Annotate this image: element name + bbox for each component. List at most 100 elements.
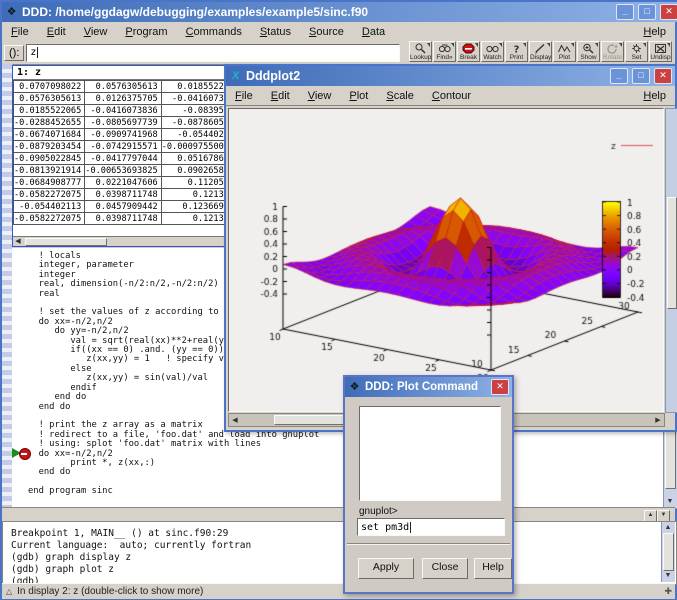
resize-grip[interactable]: ✚ [664, 586, 672, 597]
plot-titlebar[interactable]: X Dddplot2 _ □ ✕ [226, 66, 675, 86]
app-icon: ❖ [5, 6, 18, 19]
plot-command-dialog: ❖ DDD: Plot Command ✕ gnuplot> set pm3d … [343, 375, 514, 594]
console-vscrollbar-thumb[interactable] [663, 533, 674, 571]
menu-edit[interactable]: Edit [262, 88, 299, 104]
menu-help[interactable]: Help [634, 24, 675, 40]
table-row[interactable]: -0.0674071684-0.0909741968-0.054402113 [14, 129, 243, 141]
dropdown-arrow-icon [547, 43, 550, 47]
scroll-right-icon[interactable]: ▶ [653, 416, 663, 425]
menu-scale[interactable]: Scale [377, 88, 423, 104]
scroll-up-icon[interactable]: ▲ [663, 523, 673, 532]
data-hscrollbar[interactable]: ◀ [13, 236, 240, 246]
show-button[interactable]: Show [577, 41, 600, 62]
display-button[interactable]: Display [529, 41, 552, 62]
data-table: 0.07070980220.05763056130.01855220650.05… [13, 80, 243, 225]
screen: { "main_window": { "title": "DDD: /home/… [0, 0, 677, 600]
undisp-button[interactable]: Undisp [649, 41, 672, 62]
gnuplot-command-input[interactable]: set pm3d [357, 518, 505, 536]
plot-canvas [229, 109, 663, 411]
array-value-cell: 0.0576305613 [14, 93, 85, 105]
main-titlebar[interactable]: ❖ DDD: /home/ggdagw/debugging/examples/e… [2, 2, 677, 22]
watch-button[interactable]: Watch [481, 41, 504, 62]
data-hscrollbar-thumb[interactable] [25, 238, 107, 246]
array-value-cell: -0.0909741968 [85, 129, 161, 141]
table-row[interactable]: -0.0288452655-0.0805697739-0.0878605843 [14, 117, 243, 129]
minimize-icon[interactable]: _ [610, 68, 628, 84]
close-icon[interactable]: ✕ [660, 4, 677, 20]
toolbar-button-label: Display [530, 54, 551, 61]
argument-input[interactable]: z [26, 44, 400, 62]
table-row[interactable]: -0.0813921914-0.006536938250.0902658924 [14, 165, 243, 177]
status-indicator-icon[interactable]: △ [6, 587, 12, 596]
text-caret [37, 47, 38, 58]
menu-commands[interactable]: Commands [177, 24, 251, 40]
find-button[interactable]: Find» [433, 41, 456, 62]
table-row[interactable]: 0.07070980220.05763056130.0185522065 [14, 81, 243, 93]
scroll-down-icon[interactable]: ▼ [665, 497, 675, 506]
text-caret [410, 522, 411, 533]
argument-button[interactable]: (): [4, 45, 24, 61]
table-row[interactable]: -0.05822720750.03987117480.1213542 [14, 213, 243, 225]
table-row[interactable]: -0.0544021130.04579094420.123669781 [14, 201, 243, 213]
data-display-pane[interactable]: 1: z 0.07070980220.05763056130.018552206… [12, 65, 243, 247]
menu-plot[interactable]: Plot [340, 88, 377, 104]
rotate-button: Rotate [601, 41, 624, 62]
table-row[interactable]: -0.06849087770.02210476060.11205864 [14, 177, 243, 189]
plot-vscrollbar[interactable] [665, 108, 677, 413]
lookup-button[interactable]: Lookup [409, 41, 432, 62]
toolbar-button-label: Undisp [650, 54, 670, 61]
menu-program[interactable]: Program [116, 24, 176, 40]
table-row[interactable]: 0.0185522065-0.0416073836-0.08395309 [14, 105, 243, 117]
toolbar-button-label: Print [510, 54, 523, 61]
table-row[interactable]: -0.05822720750.03987117480.1213542 [14, 189, 243, 201]
dropdown-arrow-icon [523, 43, 526, 47]
console-vscrollbar[interactable]: ▲ ▼ [661, 522, 675, 582]
array-value-cell: 0.0126375705 [85, 93, 161, 105]
dropdown-arrow-icon [451, 43, 454, 47]
menu-help[interactable]: Help [634, 88, 675, 104]
menu-view[interactable]: View [75, 24, 117, 40]
menu-data[interactable]: Data [353, 24, 394, 40]
close-button[interactable]: Close [422, 558, 468, 579]
scroll-left-icon[interactable]: ◀ [230, 416, 240, 425]
table-row[interactable]: -0.0879203454-0.0742915571-0.00097550026… [14, 141, 243, 153]
toolbar-button-label: Lookup [410, 54, 431, 61]
maximize-icon[interactable]: □ [638, 4, 656, 20]
menu-edit[interactable]: Edit [38, 24, 75, 40]
scroll-down-icon[interactable]: ▼ [663, 571, 673, 580]
array-value-cell: -0.0879203454 [14, 141, 85, 153]
print-button[interactable]: ?Print [505, 41, 528, 62]
apply-button[interactable]: Apply [358, 558, 414, 579]
menu-contour[interactable]: Contour [423, 88, 480, 104]
plot-button[interactable]: Plot [553, 41, 576, 62]
close-icon[interactable]: ✕ [491, 379, 509, 395]
array-value-cell: -0.0288452655 [14, 117, 85, 129]
plot-canvas-area [228, 108, 664, 412]
close-icon[interactable]: ✕ [654, 68, 672, 84]
set-button[interactable]: Set [625, 41, 648, 62]
pane-sash[interactable]: ▲ ▼ [2, 507, 675, 522]
menu-file[interactable]: File [2, 24, 38, 40]
help-button[interactable]: Help [474, 558, 512, 579]
source-vscrollbar-thumb[interactable] [665, 427, 676, 489]
array-value-cell: -0.0416073836 [85, 105, 161, 117]
menu-source[interactable]: Source [300, 24, 353, 40]
command-history-list[interactable] [359, 406, 501, 501]
array-value-cell: 0.0221047606 [85, 177, 161, 189]
plot-vscrollbar-thumb[interactable] [667, 197, 677, 309]
menu-file[interactable]: File [226, 88, 262, 104]
maximize-icon[interactable]: □ [632, 68, 650, 84]
minimize-icon[interactable]: _ [616, 4, 634, 20]
table-row[interactable]: 0.05763056130.0126375705-0.0416073836 [14, 93, 243, 105]
plot-menubar: FileEditViewPlotScaleContour Help [226, 86, 675, 106]
toolbar-button-label: Plot [559, 54, 570, 61]
dialog-title: DDD: Plot Command [365, 381, 487, 393]
dialog-titlebar[interactable]: ❖ DDD: Plot Command ✕ [345, 377, 512, 397]
gdb-console[interactable]: Breakpoint 1, MAIN__ () at sinc.f90:29 C… [2, 521, 677, 585]
table-row[interactable]: -0.0905022845-0.04177970440.0516786426 [14, 153, 243, 165]
scroll-left-icon[interactable]: ◀ [13, 237, 23, 246]
menu-view[interactable]: View [299, 88, 341, 104]
array-value-cell: -0.0805697739 [85, 117, 161, 129]
break-button[interactable]: Break [457, 41, 480, 62]
menu-status[interactable]: Status [251, 24, 300, 40]
